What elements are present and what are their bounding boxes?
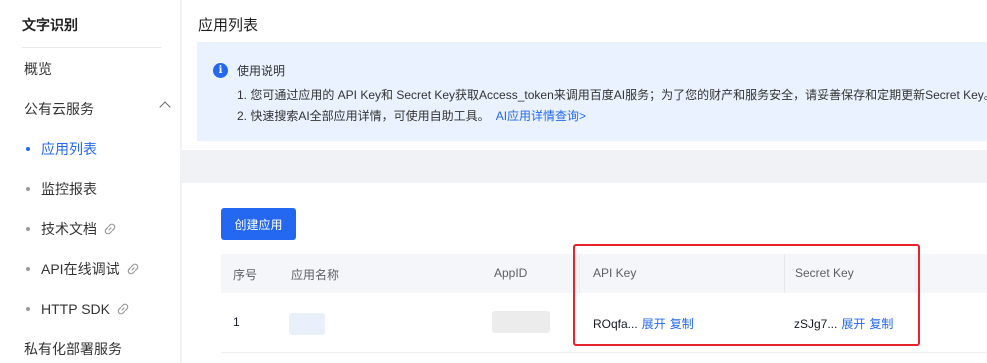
api-key-value: ROqfa... (593, 317, 638, 331)
notice-section: i 使用说明 1. 您可通过应用的 API Key和 Secret Key获取A… (182, 34, 987, 150)
sidebar-item-private-deploy[interactable]: 私有化部署服务 (0, 329, 181, 363)
bullet-icon (26, 227, 30, 231)
notice-line-2-text: 2. 快速搜索AI全部应用详情，可使用自助工具。 (237, 109, 490, 123)
sidebar-title: 文字识别 (22, 17, 78, 33)
sidebar-item-app-list[interactable]: 应用列表 (0, 129, 181, 169)
secret-key-copy-link[interactable]: 复制 (869, 317, 893, 331)
app-name-redacted (289, 313, 325, 335)
link-icon (117, 303, 129, 315)
appid-redacted (492, 311, 550, 333)
page-title: 应用列表 (198, 17, 259, 34)
api-key-cell: ROqfa... 展开 复制 (593, 315, 694, 332)
sidebar-item-label: 技术文档 (41, 221, 97, 237)
chevron-up-icon (159, 101, 171, 113)
link-icon (127, 263, 138, 275)
column-divider (579, 254, 580, 293)
table-header: 序号 应用名称 AppID API Key Secret Key (221, 254, 987, 293)
app-list-panel: 创建应用 序号 应用名称 AppID API Key Secret Key 1 … (182, 183, 987, 363)
sidebar-item-label: 私有化部署服务 (24, 341, 122, 357)
bullet-icon (26, 267, 30, 271)
create-app-button[interactable]: 创建应用 (221, 208, 296, 240)
column-header-appid: AppID (494, 266, 528, 280)
column-divider (784, 254, 785, 293)
sidebar-item-label: API在线调试 (41, 261, 120, 277)
sidebar-item-label: 公有云服务 (24, 101, 94, 117)
column-header-app-name: 应用名称 (291, 268, 340, 282)
app-details-link[interactable]: AI应用详情查询> (496, 109, 586, 123)
api-key-expand-link[interactable]: 展开 (642, 317, 666, 331)
column-header-index: 序号 (233, 268, 258, 282)
column-header-api-key: API Key (593, 266, 637, 280)
sidebar-item-api-debug[interactable]: API在线调试 (0, 249, 181, 289)
info-icon: i (213, 63, 228, 78)
secret-key-expand-link[interactable]: 展开 (841, 317, 865, 331)
sidebar-item-label: 概览 (24, 61, 52, 77)
bullet-icon (26, 187, 30, 191)
sidebar-item-monitoring[interactable]: 监控报表 (0, 169, 181, 209)
sidebar-item-label: 监控报表 (41, 181, 97, 197)
notice-heading: 使用说明 (237, 64, 286, 78)
sidebar-item-http-sdk[interactable]: HTTP SDK (0, 289, 181, 329)
secret-key-value: zSJg7... (794, 317, 838, 331)
bullet-icon (26, 307, 30, 311)
column-divider (915, 254, 916, 293)
sidebar-item-overview[interactable]: 概览 (0, 49, 181, 89)
sidebar-divider (22, 47, 161, 48)
sidebar-item-label: 应用列表 (41, 141, 97, 157)
secret-key-cell: zSJg7... 展开 复制 (794, 315, 893, 332)
column-header-secret-key: Secret Key (795, 266, 854, 280)
sidebar-item-public-cloud[interactable]: 公有云服务 (0, 89, 181, 129)
api-key-copy-link[interactable]: 复制 (670, 317, 694, 331)
page-header: 应用列表 (182, 0, 987, 34)
bullet-icon (26, 147, 30, 151)
sidebar: 文字识别 概览 公有云服务 应用列表 监控报表 技术文档 API在线调试 HTT… (0, 0, 181, 363)
link-icon (104, 223, 116, 235)
notice-box: i 使用说明 1. 您可通过应用的 API Key和 Secret Key获取A… (197, 42, 987, 141)
sidebar-item-docs[interactable]: 技术文档 (0, 209, 181, 249)
table-row: 1 ROqfa... 展开 复制 zSJg7... 展开 复制 (221, 293, 987, 353)
sidebar-item-label: HTTP SDK (41, 301, 110, 317)
notice-line-2: 2. 快速搜索AI全部应用详情，可使用自助工具。 AI应用详情查询> (237, 107, 586, 124)
notice-line-1: 1. 您可通过应用的 API Key和 Secret Key获取Access_t… (237, 88, 987, 102)
row-index: 1 (233, 315, 240, 329)
